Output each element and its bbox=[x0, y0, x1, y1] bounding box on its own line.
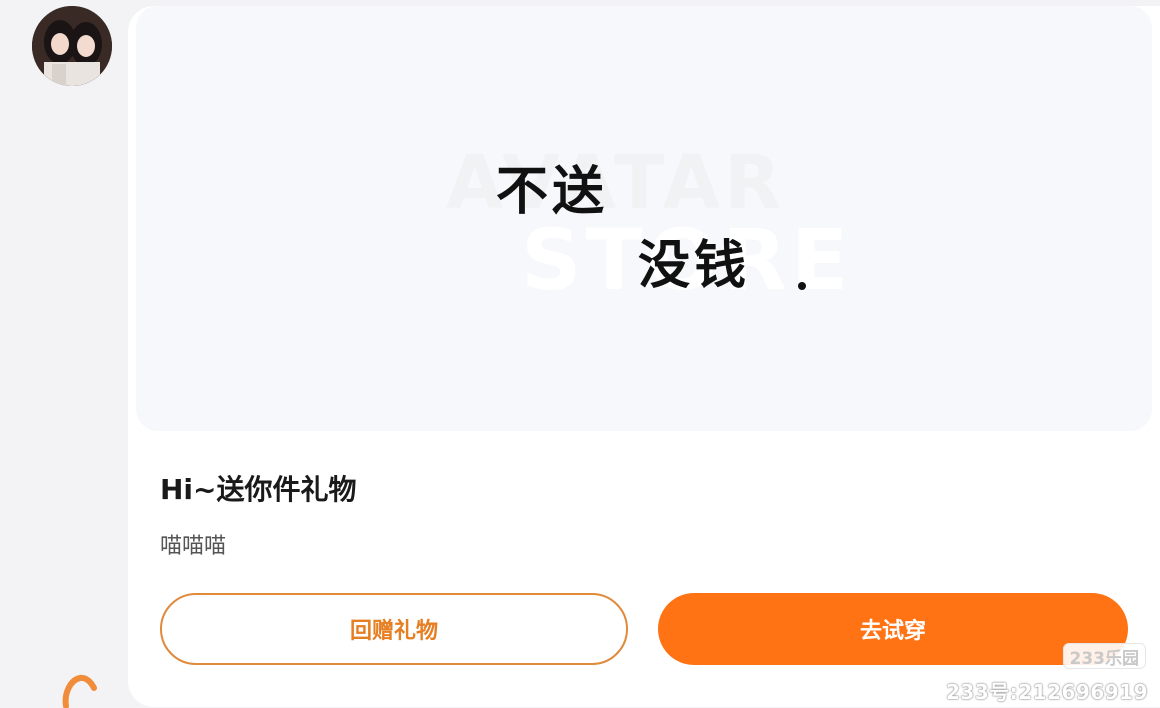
gift-preview: AVATAR STORE 不送 没钱 bbox=[136, 6, 1152, 431]
curl-decoration-icon bbox=[62, 674, 97, 708]
return-gift-button[interactable]: 回赠礼物 bbox=[160, 593, 628, 665]
try-on-button[interactable]: 去试穿 bbox=[658, 593, 1128, 665]
avatar[interactable] bbox=[32, 6, 112, 86]
sticker-dot bbox=[798, 282, 806, 290]
gift-message: 喵喵喵 bbox=[160, 534, 227, 559]
gift-card: AVATAR STORE 不送 没钱 Hi~送你件礼物 喵喵喵 回赠礼物 去试穿 bbox=[128, 6, 1160, 707]
avatar-image bbox=[32, 6, 112, 86]
sticker-text-line1: 不送 bbox=[496, 162, 609, 222]
app-logo: 233乐园 bbox=[1062, 643, 1146, 669]
gift-title: Hi~送你件礼物 bbox=[160, 473, 357, 506]
account-id-watermark: 233号:212696919 bbox=[946, 680, 1148, 704]
sticker-text-line2: 没钱 bbox=[638, 236, 751, 296]
